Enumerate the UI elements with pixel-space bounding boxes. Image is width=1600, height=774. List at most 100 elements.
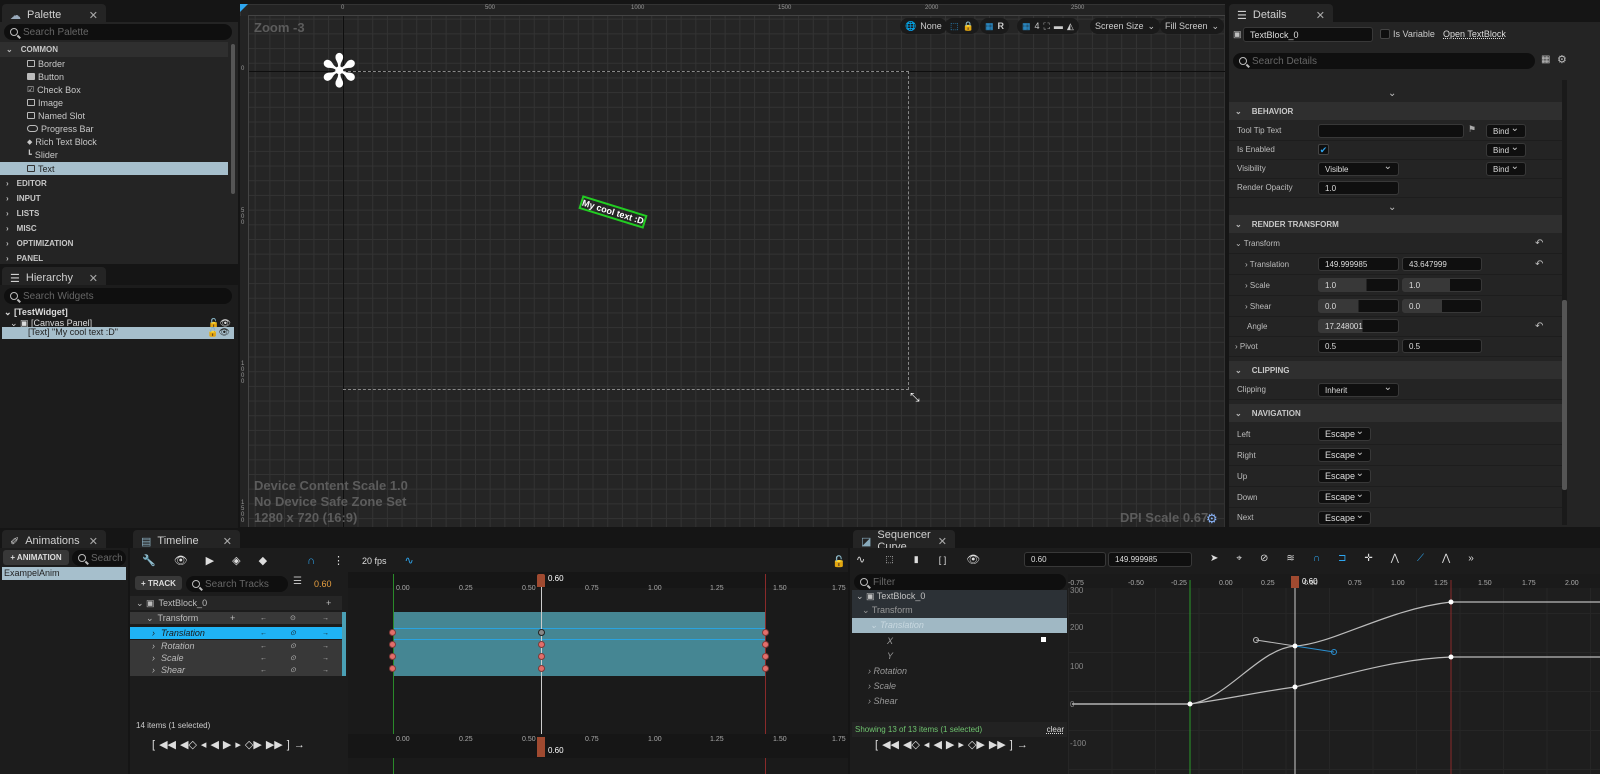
visibility-dropdown[interactable]: Visible [1318,161,1399,176]
add-key-icon[interactable]: ⊙ [290,614,296,622]
category-panel[interactable]: › PANEL [0,251,228,266]
frame-icon[interactable]: ▮ [914,554,919,565]
category-input[interactable]: › INPUT [0,191,228,206]
mirror-icon[interactable]: ◭ [1067,21,1074,32]
filter-icon[interactable]: ☰ [293,576,302,587]
step-forward-icon[interactable]: ▸ [235,738,241,751]
step-back-icon[interactable]: ◂ [924,738,930,751]
nav-left-dropdown[interactable]: Escape [1318,426,1371,441]
is-enabled-checkbox[interactable]: ✔ [1318,144,1329,155]
prev-key-icon[interactable]: ← [260,667,267,674]
keyframe-selected[interactable] [538,629,545,636]
track-transform[interactable]: ⌄ Transform + ← ⊙ → [130,612,342,624]
key-value-input[interactable]: 149.999985 [1108,552,1192,567]
palette-item-button[interactable]: Button [0,70,228,83]
scale-y-slider[interactable]: 1.0 [1402,278,1482,292]
jump-prev-icon[interactable]: ◀◀ [882,738,899,751]
expand-more-icon[interactable]: ⌄ [1388,202,1396,213]
section-navigation[interactable]: ⌄ NAVIGATION [1229,404,1565,422]
lock-icon[interactable]: 🔒 [963,21,974,32]
close-icon[interactable]: ✕ [89,272,98,285]
next-key-icon[interactable]: → [322,630,329,637]
outline-lock-group[interactable]: ⬚ 🔒 [945,18,979,34]
palette-item-slider[interactable]: ┗ Slider [0,148,228,161]
curve-editor-icon[interactable]: ∿ [405,554,414,567]
reset-icon[interactable]: ↶ [1535,238,1543,249]
jump-prev-icon[interactable]: ◀◀ [159,738,176,751]
tree-text-node[interactable]: [Text] "My cool text :D" 🔓👁 [2,327,234,339]
go-to-end-icon[interactable]: ] [287,739,290,751]
clear-link[interactable]: clear [1047,722,1064,737]
visibility-bind-dropdown[interactable]: Bind [1486,161,1526,176]
shear-y-slider[interactable]: 0.0 [1402,299,1482,313]
keyframe[interactable] [762,629,769,636]
track-textblock[interactable]: ⌄ ▣ TextBlock_0 + [130,596,342,610]
retime-icon[interactable]: ⊘ [1260,553,1268,564]
timeline-ruler-top[interactable]: 0.00 0.25 0.50 0.75 1.00 1.25 1.50 1.75 [348,572,848,592]
curve-filter-input[interactable]: Filter [854,574,1066,590]
timeline-ruler-bottom[interactable]: 0.00 0.25 0.50 0.75 1.00 1.25 1.50 1.75 … [348,734,848,758]
jump-next-icon[interactable]: ▶▶ [989,738,1006,751]
go-to-start-icon[interactable]: [ [875,739,878,751]
fps-dropdown[interactable]: 20 fps [362,556,387,566]
animation-search-input[interactable]: Search [72,550,126,566]
curve-type-icon[interactable]: ∿ [856,553,865,566]
add-key-icon[interactable]: ⊙ [290,666,296,674]
key-diamond-icon[interactable]: ◆ [259,554,267,567]
close-icon[interactable]: ✕ [1316,9,1325,22]
respect-locks-group[interactable]: ▦ R [980,18,1010,34]
tooltip-bind-dropdown[interactable]: Bind [1486,123,1526,138]
curve-tree-shear[interactable]: › Shear [868,696,898,706]
next-key-icon[interactable]: ◇▶ [245,738,262,751]
palette-item-rich-text-block[interactable]: ◆ Rich Text Block [0,135,228,148]
keyframe[interactable] [389,665,396,672]
hierarchy-search-input[interactable]: Search Widgets [4,288,232,304]
details-scrollbar-thumb[interactable] [1562,300,1567,490]
track-shear[interactable]: › Shear ← ⊙ → [130,664,342,676]
go-to-end-icon[interactable]: ] [1010,739,1013,751]
open-textblock-link[interactable]: Open TextBlock [1443,29,1506,39]
dpi-settings-gear-icon[interactable]: ⚙ [1206,511,1218,527]
close-icon[interactable]: ✕ [89,535,98,548]
prev-key-icon[interactable]: ← [260,655,267,662]
lock-eye-icons[interactable]: 🔓👁 [207,327,230,338]
linear-tangent-icon[interactable]: ⟋ [1417,553,1424,564]
add-track-button[interactable]: + TRACK [135,576,182,590]
key-icon[interactable]: ◈ [232,554,240,567]
keyframe[interactable] [389,629,396,636]
category-optimization[interactable]: › OPTIMIZATION [0,236,228,251]
tooltip-input[interactable] [1318,124,1464,138]
grid-group[interactable]: ▦ 4 ⛶ ▬ ◭ [1017,18,1079,34]
add-icon[interactable]: + [230,613,235,623]
shear-x-slider[interactable]: 0.0 [1318,299,1399,313]
add-icon[interactable]: + [326,598,331,608]
curve-tree-transform[interactable]: ⌄ Transform [852,604,1067,618]
play-reverse-icon[interactable]: ◀ [933,738,941,751]
curve-tree-scale[interactable]: › Scale [868,681,896,691]
play-icon[interactable]: ▶ [223,738,231,751]
flag-icon[interactable]: ⚑ [1468,124,1476,135]
grid-icon[interactable]: ▦ [1022,21,1031,32]
enabled-bind-dropdown[interactable]: Bind [1486,142,1526,157]
translation-x-input[interactable]: 149.999985 [1318,257,1399,271]
pivot-y-input[interactable]: 0.5 [1402,339,1482,353]
expand-more-icon[interactable]: ⌄ [1388,88,1396,99]
play-reverse-icon[interactable]: ◀ [210,738,218,751]
play-icon[interactable]: ▶ [946,738,954,751]
section-bar[interactable] [393,612,765,676]
resize-handle-icon[interactable]: ⤡ [910,390,920,405]
section-clipping[interactable]: ⌄ CLIPPING [1229,361,1565,379]
fill-screen-dropdown[interactable]: Fill Screen ⌄ [1160,18,1225,34]
keyframe[interactable] [538,653,545,660]
select-icon[interactable]: ⬚ [885,554,894,565]
render-opacity-input[interactable]: 1.0 [1318,181,1399,195]
multi-scale-icon[interactable]: ≋ [1286,553,1294,564]
keyframe[interactable] [762,653,769,660]
angle-slider[interactable]: 17.248001 [1318,319,1399,333]
snap-time-icon[interactable]: ⊐ [1338,553,1346,564]
nav-down-dropdown[interactable]: Escape [1318,489,1371,504]
reset-icon[interactable]: ↶ [1535,321,1543,332]
lock-icon[interactable]: 🔓 [832,555,846,568]
widget-name-input[interactable]: TextBlock_0 [1243,27,1373,42]
prev-key-icon[interactable]: ← [260,630,267,637]
